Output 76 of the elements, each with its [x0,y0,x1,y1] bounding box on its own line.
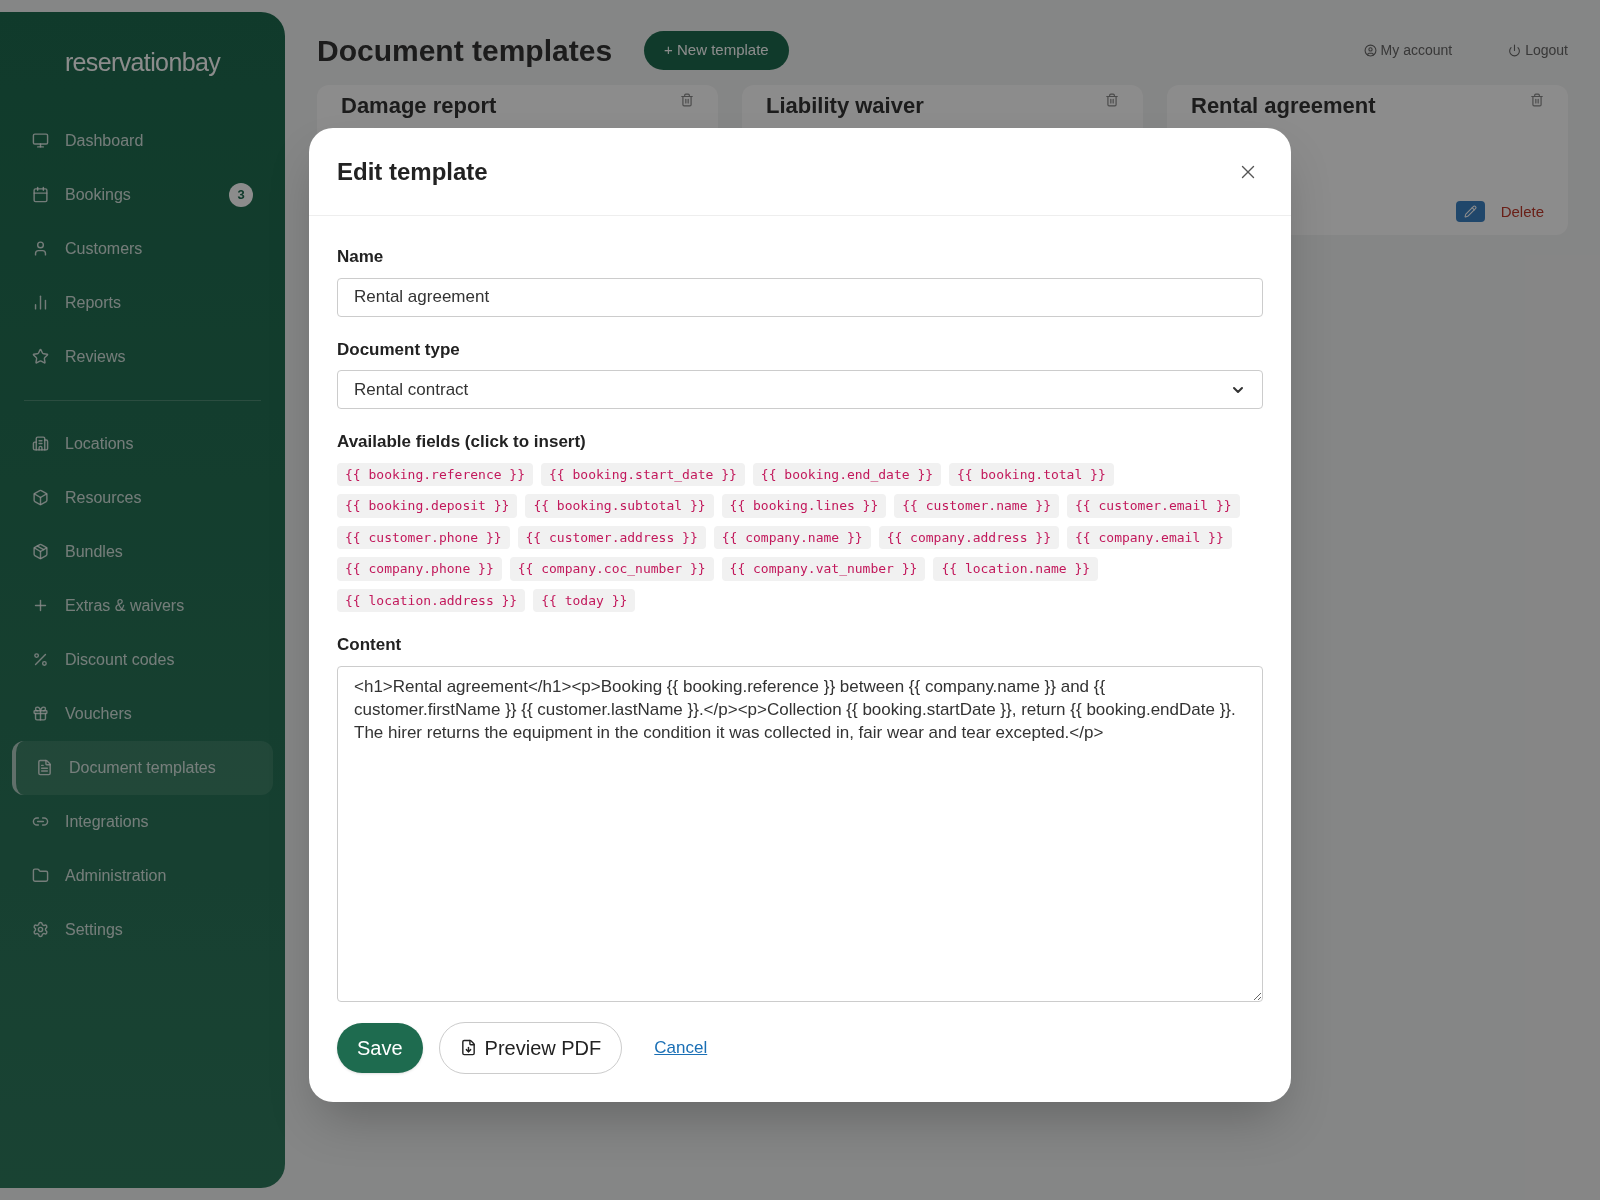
sidebar-item[interactable]: Settings [12,902,273,957]
field-chip[interactable]: {{ booking.lines }} [721,494,887,518]
field-chip[interactable]: {{ today }} [533,588,636,612]
trash-icon[interactable] [1105,93,1119,107]
sidebar-item[interactable]: Extras & waivers [12,578,273,633]
gift-icon [32,705,49,722]
folder-icon [32,867,49,884]
sidebar-item[interactable]: Resources [12,470,273,525]
package-icon [32,543,49,560]
field-chip[interactable]: {{ company.vat_number }} [721,557,926,581]
sidebar-item[interactable]: Integrations [12,794,273,849]
cube-icon [32,489,49,506]
field-label: Name [337,246,385,268]
field-chip[interactable]: {{ company.coc_number }} [509,557,714,581]
card-title: Damage report [341,92,497,120]
field-chip[interactable]: {{ booking.end_date }} [752,462,942,486]
count-badge: 3 [229,182,253,207]
sidebar-item[interactable]: Discount codes [12,632,273,687]
field-chip[interactable]: {{ customer.phone }} [337,525,510,549]
field-chip[interactable]: {{ location.address }} [337,588,526,612]
sidebar-item[interactable]: Dashboard [12,113,273,168]
field-chip[interactable]: {{ customer.address }} [517,525,706,549]
sidebar-item[interactable]: Reports [12,275,273,330]
star-icon [32,348,49,365]
edit-button[interactable] [1455,201,1485,223]
calendar-icon [32,186,49,203]
card-title: Rental agreement [1191,92,1376,120]
field-label: Document type [337,338,461,361]
pdf-file-icon [459,1039,477,1056]
user-icon [1363,44,1377,57]
settings-icon [32,921,49,938]
field-chip[interactable]: {{ company.email }} [1067,525,1232,549]
bar-chart-icon [32,294,49,311]
document-icon [36,759,53,776]
page-title: Document templates [317,33,613,69]
field-label: Available fields (click to insert) [337,431,587,453]
power-icon [1508,44,1522,57]
field-chip[interactable]: {{ company.name }} [713,525,871,549]
sidebar-item[interactable]: Administration [12,848,273,903]
building-icon [32,435,49,452]
save-button[interactable]: Save [337,1022,423,1073]
field-chip[interactable]: {{ booking.reference }} [337,462,533,486]
new-template-button[interactable]: + New template [644,31,789,70]
user-icon [32,240,49,257]
trash-icon[interactable] [680,93,694,107]
percent-icon [32,651,49,668]
monitor-icon [32,132,49,149]
field-chip[interactable]: {{ company.address }} [878,525,1059,549]
sidebar-item[interactable]: Bookings 3 [12,167,273,222]
field-chip[interactable]: {{ location.name }} [933,557,1099,581]
card-title: Liability waiver [766,92,924,120]
field-chip[interactable]: {{ booking.start_date }} [541,462,745,486]
field-chip[interactable]: {{ booking.deposit }} [337,494,518,518]
sidebar-item[interactable]: Customers [12,221,273,276]
content-field[interactable]: <h1>Rental agreement</h1><p>Booking {{ booking.reference }} between {{ company.name }} and {{ customer.firstName }} {{ customer.lastName }}.</p><p>Collection {{ booking.startDate }}, return {{ booking.endDate }}. The hirer returns the equipment in the condition it was collected in, fair wear and tear excepted.</p> [337,665,1263,1002]
document-type-select[interactable]: Rental contract [337,370,1263,409]
field-chip[interactable]: {{ booking.subtotal }} [525,494,714,518]
name-field[interactable]: Rental agreement [337,277,1263,317]
header-link[interactable]: Logout [1508,40,1568,61]
sidebar-item[interactable]: Reviews [12,329,273,384]
pencil-icon [1463,205,1477,219]
field-chip[interactable]: {{ customer.email }} [1067,494,1240,518]
logo: reservationbay [63,47,222,78]
delete-link[interactable]: Delete [1500,200,1544,223]
field-chip[interactable]: {{ booking.total }} [949,462,1114,486]
cancel-link[interactable]: Cancel [654,1034,708,1061]
field-chip[interactable]: {{ company.phone }} [337,557,502,581]
header-link[interactable]: My account [1363,40,1453,61]
field-label: Content [337,634,403,656]
sidebar-item[interactable]: Vouchers [12,686,273,741]
sidebar-item[interactable]: Locations [12,416,273,471]
plus-icon [32,597,49,614]
sidebar-item[interactable]: Bundles [12,524,273,579]
trash-icon[interactable] [1530,93,1544,107]
dialog-title: Edit template [337,156,488,187]
field-chip[interactable]: {{ customer.name }} [894,494,1059,518]
